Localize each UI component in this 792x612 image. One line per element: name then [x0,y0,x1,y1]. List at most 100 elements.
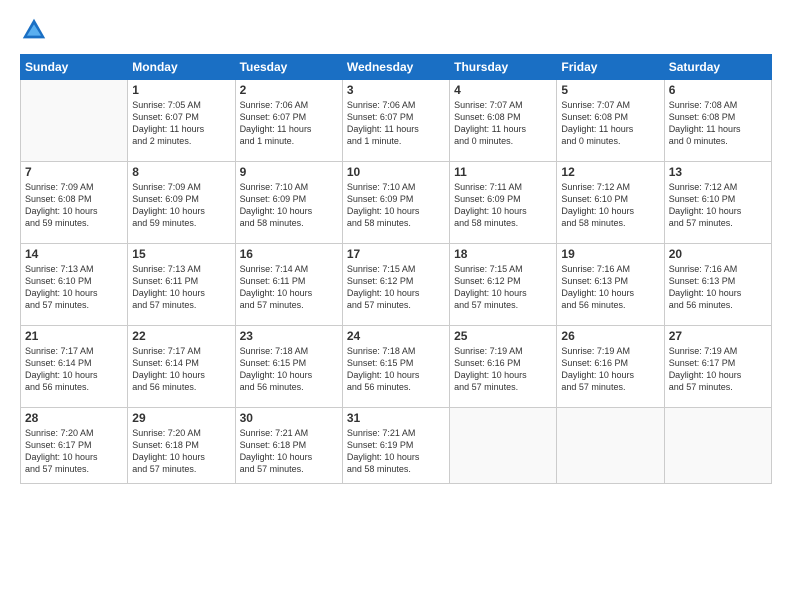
calendar-week-row: 28 Sunrise: 7:20 AMSunset: 6:17 PMDayligh… [21,408,772,484]
logo-icon [20,16,48,44]
calendar-cell: 8Sunrise: 7:09 AMSunset: 6:09 PMDaylight… [128,162,235,244]
calendar-cell: 14 Sunrise: 7:13 AMSunset: 6:10 PMDayligh… [21,244,128,326]
day-info: Sunrise: 7:14 AMSunset: 6:11 PMDaylight:… [240,263,338,312]
day-info: Sunrise: 7:13 AMSunset: 6:10 PMDaylight:… [25,263,123,312]
header [20,16,772,44]
day-info: Sunrise: 7:17 AMSunset: 6:14 PMDaylight:… [25,345,123,394]
day-number: 21 [25,329,123,343]
day-info: Sunrise: 7:21 AMSunset: 6:19 PMDaylight:… [347,427,445,476]
day-info: Sunrise: 7:19 AMSunset: 6:16 PMDaylight:… [454,345,552,394]
calendar-week-row: 14 Sunrise: 7:13 AMSunset: 6:10 PMDayligh… [21,244,772,326]
calendar-cell: 24 Sunrise: 7:18 AMSunset: 6:15 PMDayligh… [342,326,449,408]
calendar-cell [557,408,664,484]
day-number: 8 [132,165,230,179]
day-number: 5 [561,83,659,97]
calendar-cell: 7 Sunrise: 7:09 AMSunset: 6:08 PMDaylight… [21,162,128,244]
calendar-cell: 27 Sunrise: 7:19 AMSunset: 6:17 PMDayligh… [664,326,771,408]
calendar-header-monday: Monday [128,55,235,80]
calendar-cell [21,80,128,162]
day-number: 30 [240,411,338,425]
day-info: Sunrise: 7:15 AMSunset: 6:12 PMDaylight:… [347,263,445,312]
day-info: Sunrise: 7:06 AMSunset: 6:07 PMDaylight:… [347,99,445,148]
calendar-cell: 28 Sunrise: 7:20 AMSunset: 6:17 PMDayligh… [21,408,128,484]
calendar-cell [664,408,771,484]
calendar-week-row: 1Sunrise: 7:05 AMSunset: 6:07 PMDaylight… [21,80,772,162]
day-number: 27 [669,329,767,343]
calendar-cell: 6 Sunrise: 7:08 AMSunset: 6:08 PMDaylight… [664,80,771,162]
logo [20,16,50,44]
calendar-cell: 16 Sunrise: 7:14 AMSunset: 6:11 PMDayligh… [235,244,342,326]
day-number: 9 [240,165,338,179]
day-number: 7 [25,165,123,179]
calendar-cell: 19 Sunrise: 7:16 AMSunset: 6:13 PMDayligh… [557,244,664,326]
day-info: Sunrise: 7:10 AMSunset: 6:09 PMDaylight:… [347,181,445,230]
calendar-cell: 29Sunrise: 7:20 AMSunset: 6:18 PMDayligh… [128,408,235,484]
calendar-cell: 13Sunrise: 7:12 AMSunset: 6:10 PMDayligh… [664,162,771,244]
day-number: 18 [454,247,552,261]
calendar-cell [450,408,557,484]
day-number: 28 [25,411,123,425]
calendar-cell: 10 Sunrise: 7:10 AMSunset: 6:09 PMDayligh… [342,162,449,244]
calendar-cell: 25 Sunrise: 7:19 AMSunset: 6:16 PMDayligh… [450,326,557,408]
day-info: Sunrise: 7:11 AMSunset: 6:09 PMDaylight:… [454,181,552,230]
day-number: 10 [347,165,445,179]
calendar-cell: 18 Sunrise: 7:15 AMSunset: 6:12 PMDayligh… [450,244,557,326]
calendar-cell: 20Sunrise: 7:16 AMSunset: 6:13 PMDayligh… [664,244,771,326]
calendar-header-tuesday: Tuesday [235,55,342,80]
calendar-header-saturday: Saturday [664,55,771,80]
calendar-week-row: 7 Sunrise: 7:09 AMSunset: 6:08 PMDaylight… [21,162,772,244]
calendar-header-friday: Friday [557,55,664,80]
day-number: 4 [454,83,552,97]
day-info: Sunrise: 7:21 AMSunset: 6:18 PMDaylight:… [240,427,338,476]
day-number: 13 [669,165,767,179]
day-number: 23 [240,329,338,343]
calendar-cell: 5 Sunrise: 7:07 AMSunset: 6:08 PMDaylight… [557,80,664,162]
calendar-header-row: SundayMondayTuesdayWednesdayThursdayFrid… [21,55,772,80]
calendar-cell: 11Sunrise: 7:11 AMSunset: 6:09 PMDayligh… [450,162,557,244]
day-info: Sunrise: 7:07 AMSunset: 6:08 PMDaylight:… [561,99,659,148]
calendar-cell: 26 Sunrise: 7:19 AMSunset: 6:16 PMDayligh… [557,326,664,408]
calendar-cell: 17 Sunrise: 7:15 AMSunset: 6:12 PMDayligh… [342,244,449,326]
calendar-cell: 12 Sunrise: 7:12 AMSunset: 6:10 PMDayligh… [557,162,664,244]
day-number: 6 [669,83,767,97]
day-number: 16 [240,247,338,261]
calendar-header-thursday: Thursday [450,55,557,80]
day-info: Sunrise: 7:19 AMSunset: 6:17 PMDaylight:… [669,345,767,394]
day-info: Sunrise: 7:13 AMSunset: 6:11 PMDaylight:… [132,263,230,312]
calendar-cell: 31 Sunrise: 7:21 AMSunset: 6:19 PMDayligh… [342,408,449,484]
calendar-cell: 3 Sunrise: 7:06 AMSunset: 6:07 PMDaylight… [342,80,449,162]
day-number: 15 [132,247,230,261]
calendar-week-row: 21 Sunrise: 7:17 AMSunset: 6:14 PMDayligh… [21,326,772,408]
day-info: Sunrise: 7:20 AMSunset: 6:17 PMDaylight:… [25,427,123,476]
day-number: 12 [561,165,659,179]
day-number: 29 [132,411,230,425]
day-number: 3 [347,83,445,97]
day-info: Sunrise: 7:16 AMSunset: 6:13 PMDaylight:… [669,263,767,312]
day-number: 31 [347,411,445,425]
calendar-cell: 22Sunrise: 7:17 AMSunset: 6:14 PMDayligh… [128,326,235,408]
calendar-cell: 4 Sunrise: 7:07 AMSunset: 6:08 PMDaylight… [450,80,557,162]
day-number: 1 [132,83,230,97]
day-info: Sunrise: 7:18 AMSunset: 6:15 PMDaylight:… [347,345,445,394]
day-info: Sunrise: 7:15 AMSunset: 6:12 PMDaylight:… [454,263,552,312]
calendar-table: SundayMondayTuesdayWednesdayThursdayFrid… [20,54,772,484]
day-info: Sunrise: 7:08 AMSunset: 6:08 PMDaylight:… [669,99,767,148]
day-info: Sunrise: 7:18 AMSunset: 6:15 PMDaylight:… [240,345,338,394]
day-info: Sunrise: 7:09 AMSunset: 6:08 PMDaylight:… [25,181,123,230]
day-number: 14 [25,247,123,261]
day-number: 26 [561,329,659,343]
day-number: 25 [454,329,552,343]
calendar-cell: 21 Sunrise: 7:17 AMSunset: 6:14 PMDayligh… [21,326,128,408]
calendar-cell: 23 Sunrise: 7:18 AMSunset: 6:15 PMDayligh… [235,326,342,408]
day-number: 24 [347,329,445,343]
day-info: Sunrise: 7:06 AMSunset: 6:07 PMDaylight:… [240,99,338,148]
calendar-cell: 15 Sunrise: 7:13 AMSunset: 6:11 PMDayligh… [128,244,235,326]
day-info: Sunrise: 7:16 AMSunset: 6:13 PMDaylight:… [561,263,659,312]
day-number: 22 [132,329,230,343]
calendar-header-sunday: Sunday [21,55,128,80]
day-info: Sunrise: 7:12 AMSunset: 6:10 PMDaylight:… [561,181,659,230]
day-number: 19 [561,247,659,261]
day-info: Sunrise: 7:07 AMSunset: 6:08 PMDaylight:… [454,99,552,148]
day-number: 17 [347,247,445,261]
day-info: Sunrise: 7:19 AMSunset: 6:16 PMDaylight:… [561,345,659,394]
